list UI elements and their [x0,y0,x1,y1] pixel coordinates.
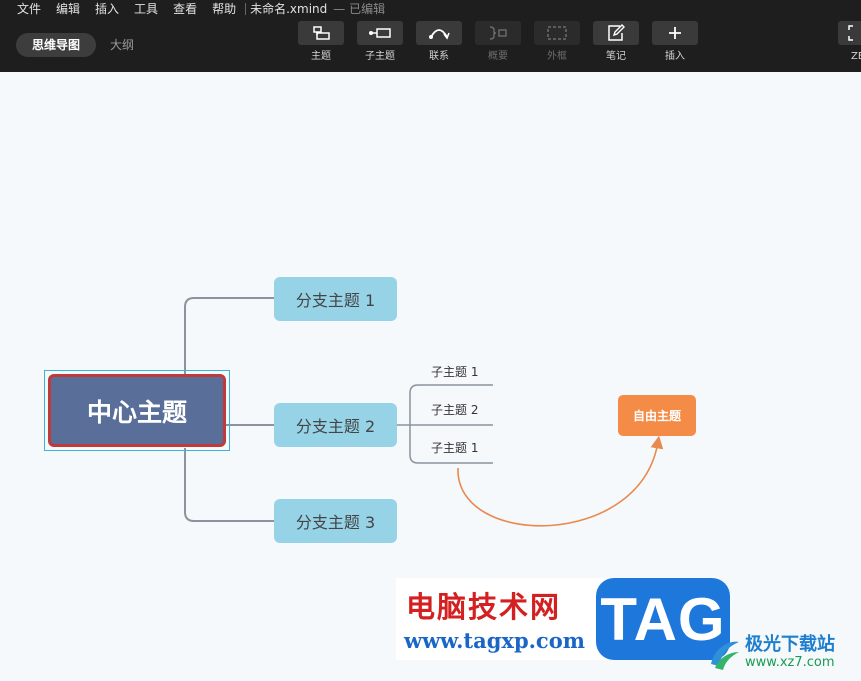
branch-connector-3 [184,448,275,522]
watermark2-site-name: 极光下载站 [745,634,835,655]
subtopic-3[interactable]: 子主题 1 [431,439,478,456]
relationship-curve [457,435,664,527]
site-watermark-2: 极光下载站 www.xz7.com [705,628,855,678]
central-topic[interactable]: 中心主题 [48,374,226,447]
branch-connector-1 [184,297,275,375]
branch-topic-3[interactable]: 分支主题 3 [274,499,397,543]
subtopic-2[interactable]: 子主题 2 [431,401,478,418]
branch-topic-1[interactable]: 分支主题 1 [274,277,397,321]
floating-topic[interactable]: 自由主题 [618,395,696,436]
watermark-site-url: www.tagxp.com [404,628,585,653]
watermark-site-name: 电脑技术网 [406,590,562,624]
watermark2-site-url: www.xz7.com [745,655,835,670]
aurora-logo-icon [711,641,739,670]
subtopic-1[interactable]: 子主题 1 [431,363,478,380]
site-watermark: 电脑技术网 www.tagxp.com TAG [396,578,736,660]
branch-topic-2[interactable]: 分支主题 2 [274,403,397,447]
